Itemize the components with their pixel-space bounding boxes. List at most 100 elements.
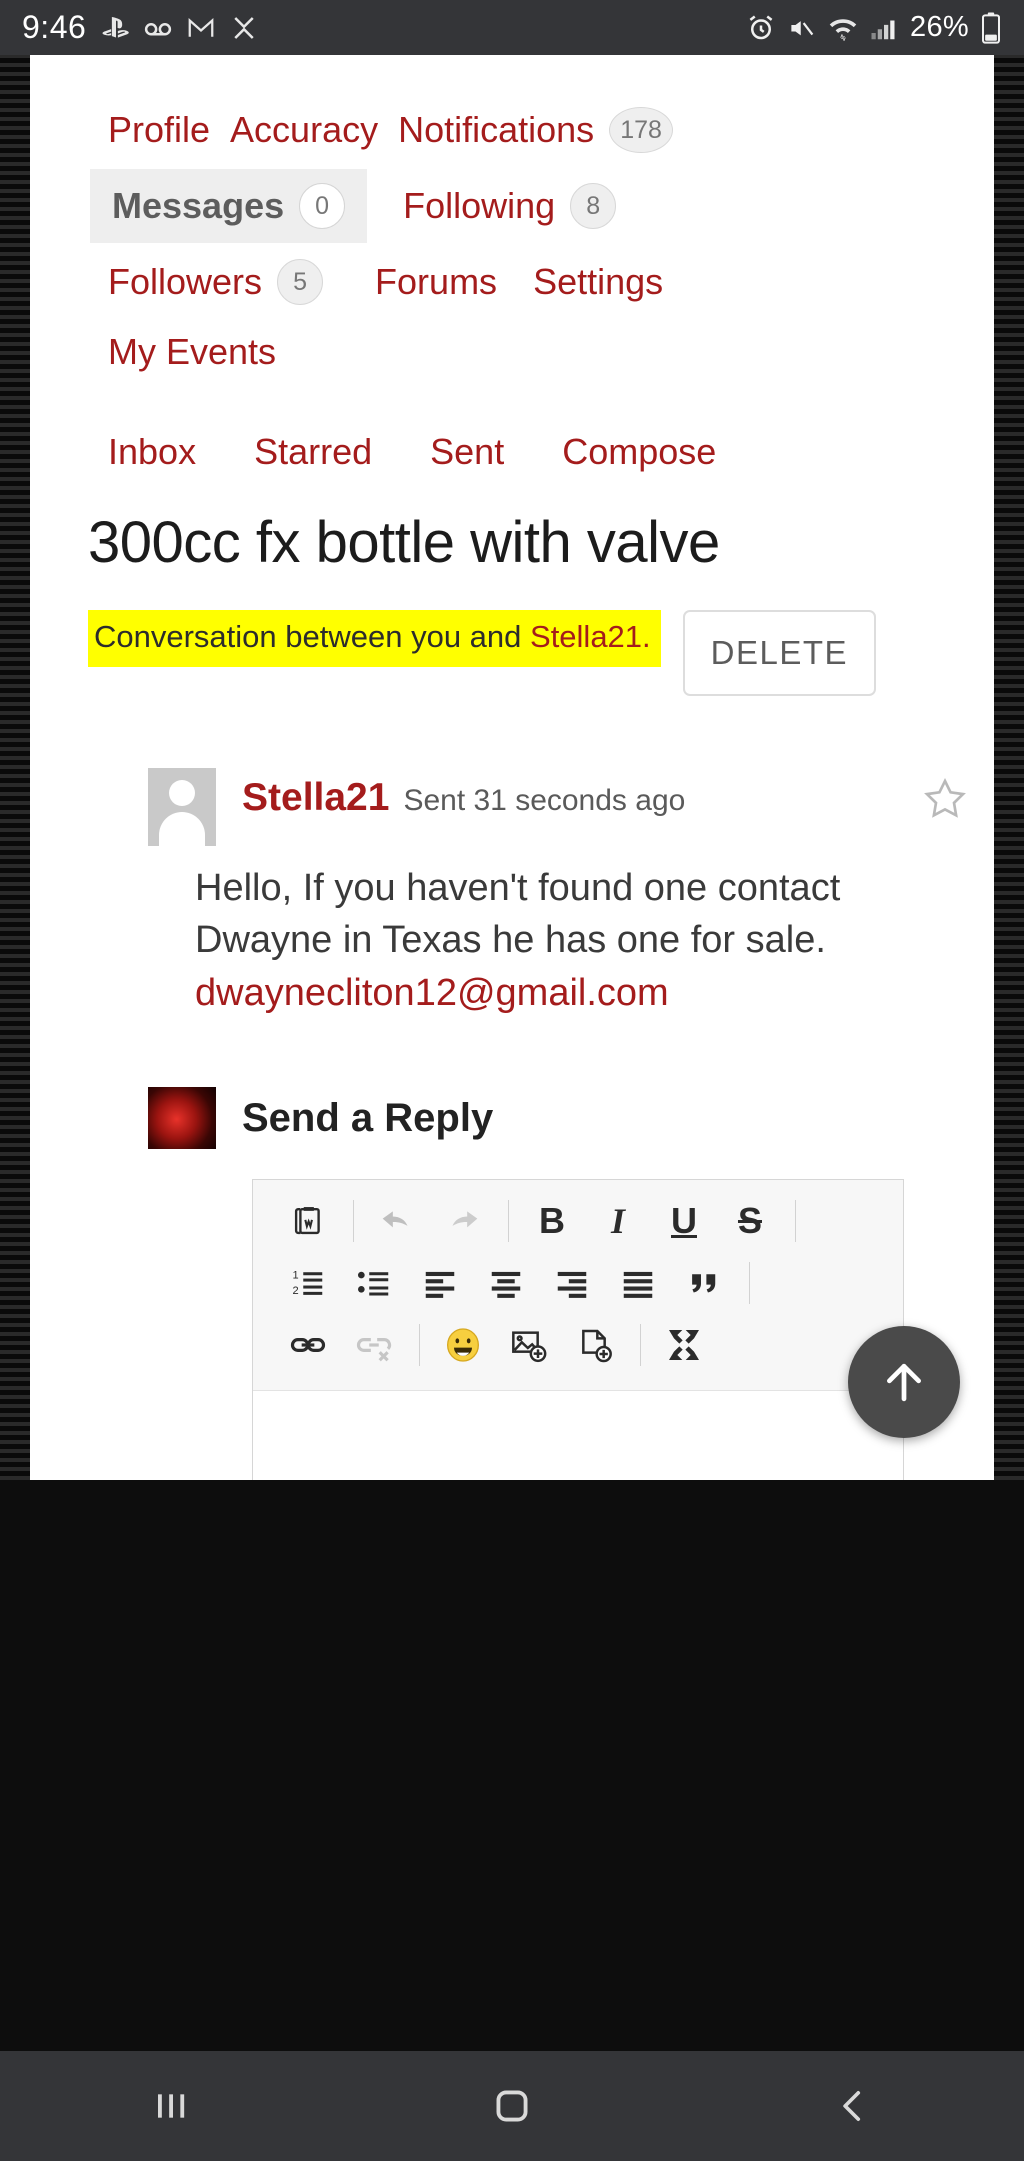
recents-button[interactable] [81,2051,261,2161]
editor-toolbar-row-2: 1 2 [253,1252,903,1314]
italic-button[interactable]: I [591,1194,645,1248]
scroll-to-top-button[interactable] [848,1326,960,1438]
battery-percentage-label: 26% [910,11,969,43]
insert-image-button[interactable] [502,1318,556,1372]
toolbar-separator [795,1200,796,1243]
numbered-list-icon: 1 2 [292,1270,323,1297]
message-author-link[interactable]: Stella21 [242,776,389,820]
gmail-icon [188,17,214,37]
bold-button[interactable]: B [525,1194,579,1248]
italic-icon: I [610,1201,625,1242]
maximize-button[interactable] [657,1318,711,1372]
nav-tab-followers-label: Followers [108,261,263,302]
maximize-icon [669,1330,699,1361]
nav-tab-notifications[interactable]: Notifications 178 [398,97,693,163]
message-header: Stella21 Sent 31 seconds ago [30,768,994,846]
voicemail-icon [145,22,172,35]
nav-tab-settings[interactable]: Settings [533,251,683,313]
svg-text:2: 2 [292,1285,298,1297]
recents-icon [157,2094,184,2118]
unlink-button[interactable] [347,1318,401,1372]
numbered-list-button[interactable]: 1 2 [281,1256,335,1310]
svg-text:1: 1 [292,1270,298,1282]
toolbar-separator [749,1262,750,1305]
avatar[interactable] [148,768,216,846]
nav-row-4: My Events [30,321,994,383]
nav-tab-following[interactable]: Following 8 [403,173,636,239]
nav-tab-accuracy[interactable]: Accuracy [230,99,398,161]
nav-tab-followers-badge: 5 [277,259,324,305]
android-navigation-bar [0,2051,1024,2161]
nav-row-1: Profile Accuracy Notifications 178 [30,97,994,163]
star-outline-icon [924,777,966,818]
reply-editor-textarea[interactable] [253,1391,903,1480]
align-center-button[interactable] [479,1256,533,1310]
editor-toolbar-row-3 [253,1314,903,1376]
align-left-button[interactable] [413,1256,467,1310]
link-button[interactable] [281,1318,335,1372]
nav-tab-messages-badge: 0 [299,183,346,229]
blockquote-icon [692,1274,716,1293]
thread-title: 300cc fx bottle with valve [88,510,720,575]
star-message-button[interactable] [922,768,994,827]
align-right-button[interactable] [545,1256,599,1310]
conversation-participants-banner: Conversation between you and Stella21. [88,610,661,667]
message-email-link[interactable]: dwaynecliton12@gmail.com [195,967,954,1019]
justify-button[interactable] [611,1256,665,1310]
delete-conversation-button[interactable]: DELETE [682,610,877,696]
undo-button[interactable] [370,1194,424,1248]
reply-section-header: Send a Reply [30,1019,994,1150]
emoji-button[interactable] [436,1318,490,1372]
toolbar-separator [353,1200,354,1243]
home-button[interactable] [422,2051,602,2161]
web-page-content: Profile Accuracy Notifications 178 Messa… [30,55,994,1480]
paste-from-word-icon [294,1207,320,1235]
bold-icon: B [539,1200,565,1242]
nav-tab-messages-label: Messages [112,185,285,226]
underline-button[interactable]: U [657,1194,711,1248]
justify-icon [623,1272,653,1299]
mute-icon [791,20,814,35]
insert-image-icon [512,1331,547,1363]
bulleted-list-button[interactable] [347,1256,401,1310]
redo-icon [452,1211,478,1228]
strikethrough-button[interactable]: S [723,1194,777,1248]
app-icon [234,16,254,39]
toolbar-separator [508,1200,509,1243]
alarm-icon [749,15,773,39]
subnav-inbox[interactable]: Inbox [108,431,196,473]
back-button[interactable] [763,2051,943,2161]
battery-icon [982,12,1000,44]
nav-tab-messages[interactable]: Messages 0 [90,169,368,243]
editor-toolbar: B I U S 1 2 [253,1180,903,1392]
message-body-line-3: one for sale. [616,919,826,962]
underline-icon: U [671,1200,697,1242]
nav-tab-profile-label: Profile [108,109,211,150]
subnav-sent[interactable]: Sent [430,431,504,473]
nav-tab-profile[interactable]: Profile [108,99,230,161]
subnav-compose[interactable]: Compose [562,431,716,473]
blockquote-button[interactable] [677,1256,731,1310]
editor-toolbar-row-1: B I U S [253,1190,903,1252]
redo-button[interactable] [436,1194,490,1248]
align-center-icon [491,1272,521,1299]
conversation-prefix-label: Conversation between you and [94,619,531,654]
current-user-avatar[interactable] [148,1087,216,1150]
nav-tab-my-events[interactable]: My Events [108,321,296,383]
nav-tab-forums[interactable]: Forums [375,251,517,313]
insert-file-button[interactable] [568,1318,622,1372]
nav-tab-my-events-label: My Events [108,331,277,372]
wifi-icon [829,18,857,41]
paste-from-word-button[interactable] [281,1194,335,1248]
playstation-icon [102,16,130,38]
toolbar-separator [640,1324,641,1367]
nav-row-2: Messages 0 Following 8 [30,169,994,243]
nav-tab-settings-label: Settings [533,261,664,302]
nav-tab-following-badge: 8 [570,183,617,229]
nav-row-3: Followers 5 Forums Settings [30,249,994,315]
conversation-username-link[interactable]: Stella21. [530,619,651,654]
conversation-header-row: Conversation between you and Stella21. D… [30,576,994,696]
message-meta: Stella21 Sent 31 seconds ago [216,768,685,820]
subnav-starred[interactable]: Starred [254,431,372,473]
nav-tab-followers[interactable]: Followers 5 [108,249,343,315]
